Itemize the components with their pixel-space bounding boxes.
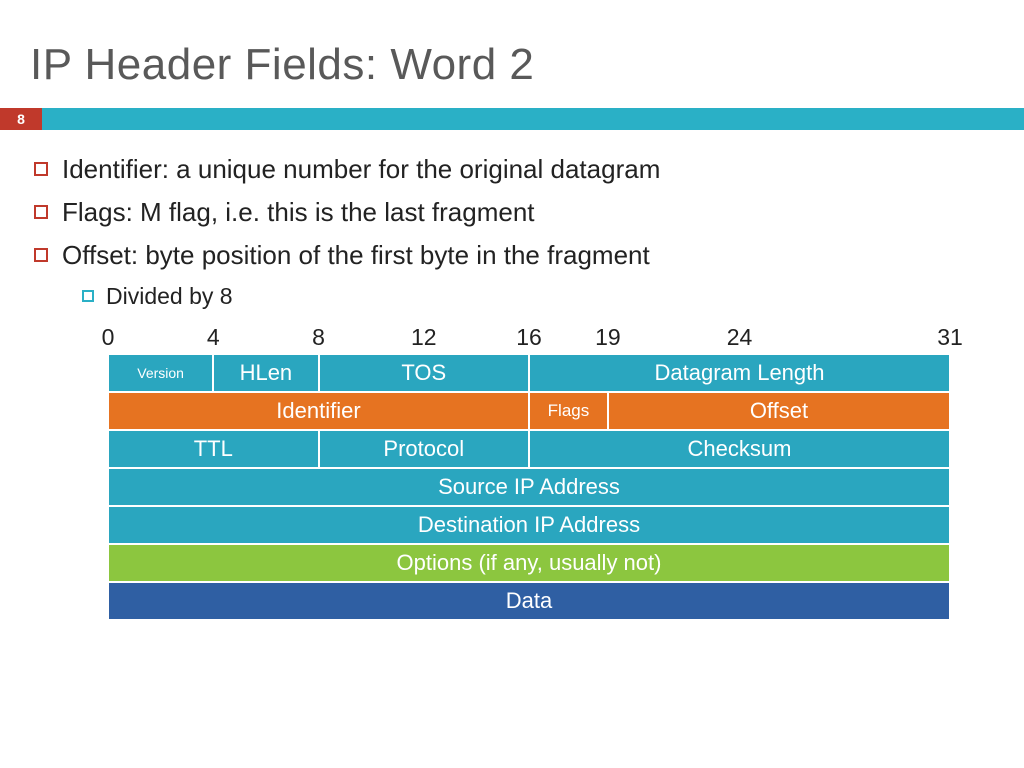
header-row: TTLProtocolChecksum xyxy=(108,430,950,468)
bullet-text: Offset: byte position of the first byte … xyxy=(62,240,650,271)
bit-scale-label: 4 xyxy=(207,324,220,351)
bullet-item: Offset: byte position of the first byte … xyxy=(34,240,994,271)
bit-scale-label: 19 xyxy=(595,324,621,351)
square-bullet-icon xyxy=(34,205,48,219)
header-row: VersionHLenTOSDatagram Length xyxy=(108,354,950,392)
bullet-item: Flags: M flag, i.e. this is the last fra… xyxy=(34,197,994,228)
header-row: IdentifierFlagsOffset xyxy=(108,392,950,430)
header-field-cell: Options (if any, usually not) xyxy=(108,544,950,582)
header-field-cell: HLen xyxy=(213,354,318,392)
header-field-cell: TTL xyxy=(108,430,319,468)
header-field-cell: Data xyxy=(108,582,950,620)
header-field-cell: Destination IP Address xyxy=(108,506,950,544)
header-field-cell: Datagram Length xyxy=(529,354,950,392)
bit-scale-label: 31 xyxy=(937,324,963,351)
header-field-cell: Flags xyxy=(529,392,608,430)
header-rows: VersionHLenTOSDatagram LengthIdentifierF… xyxy=(108,354,950,620)
header-field-cell: Checksum xyxy=(529,430,950,468)
accent-bar: 8 xyxy=(0,108,1024,130)
sub-bullet-text: Divided by 8 xyxy=(106,283,233,310)
slide: IP Header Fields: Word 2 8 Identifier: a… xyxy=(0,0,1024,620)
header-row: Data xyxy=(108,582,950,620)
sub-bullet-item: Divided by 8 xyxy=(82,283,994,310)
bit-scale: 0481216192431 xyxy=(108,324,950,354)
header-row: Source IP Address xyxy=(108,468,950,506)
bullet-item: Identifier: a unique number for the orig… xyxy=(34,154,994,185)
bit-scale-label: 8 xyxy=(312,324,325,351)
header-row: Options (if any, usually not) xyxy=(108,544,950,582)
bit-scale-label: 24 xyxy=(727,324,753,351)
header-row: Destination IP Address xyxy=(108,506,950,544)
bit-scale-label: 12 xyxy=(411,324,437,351)
square-bullet-icon xyxy=(82,290,94,302)
bit-scale-label: 0 xyxy=(102,324,115,351)
header-field-cell: Protocol xyxy=(319,430,530,468)
bullet-text: Identifier: a unique number for the orig… xyxy=(62,154,660,185)
header-field-cell: TOS xyxy=(319,354,530,392)
square-bullet-icon xyxy=(34,248,48,262)
header-field-cell: Version xyxy=(108,354,213,392)
header-field-cell: Source IP Address xyxy=(108,468,950,506)
page-title: IP Header Fields: Word 2 xyxy=(30,40,994,90)
bullet-list: Identifier: a unique number for the orig… xyxy=(30,150,994,310)
bullet-text: Flags: M flag, i.e. this is the last fra… xyxy=(62,197,535,228)
header-field-cell: Identifier xyxy=(108,392,529,430)
ip-header-diagram: 0481216192431 VersionHLenTOSDatagram Len… xyxy=(108,324,950,620)
bit-scale-label: 16 xyxy=(516,324,542,351)
square-bullet-icon xyxy=(34,162,48,176)
accent-stripe xyxy=(42,108,1024,130)
page-number-badge: 8 xyxy=(0,108,42,130)
header-field-cell: Offset xyxy=(608,392,950,430)
